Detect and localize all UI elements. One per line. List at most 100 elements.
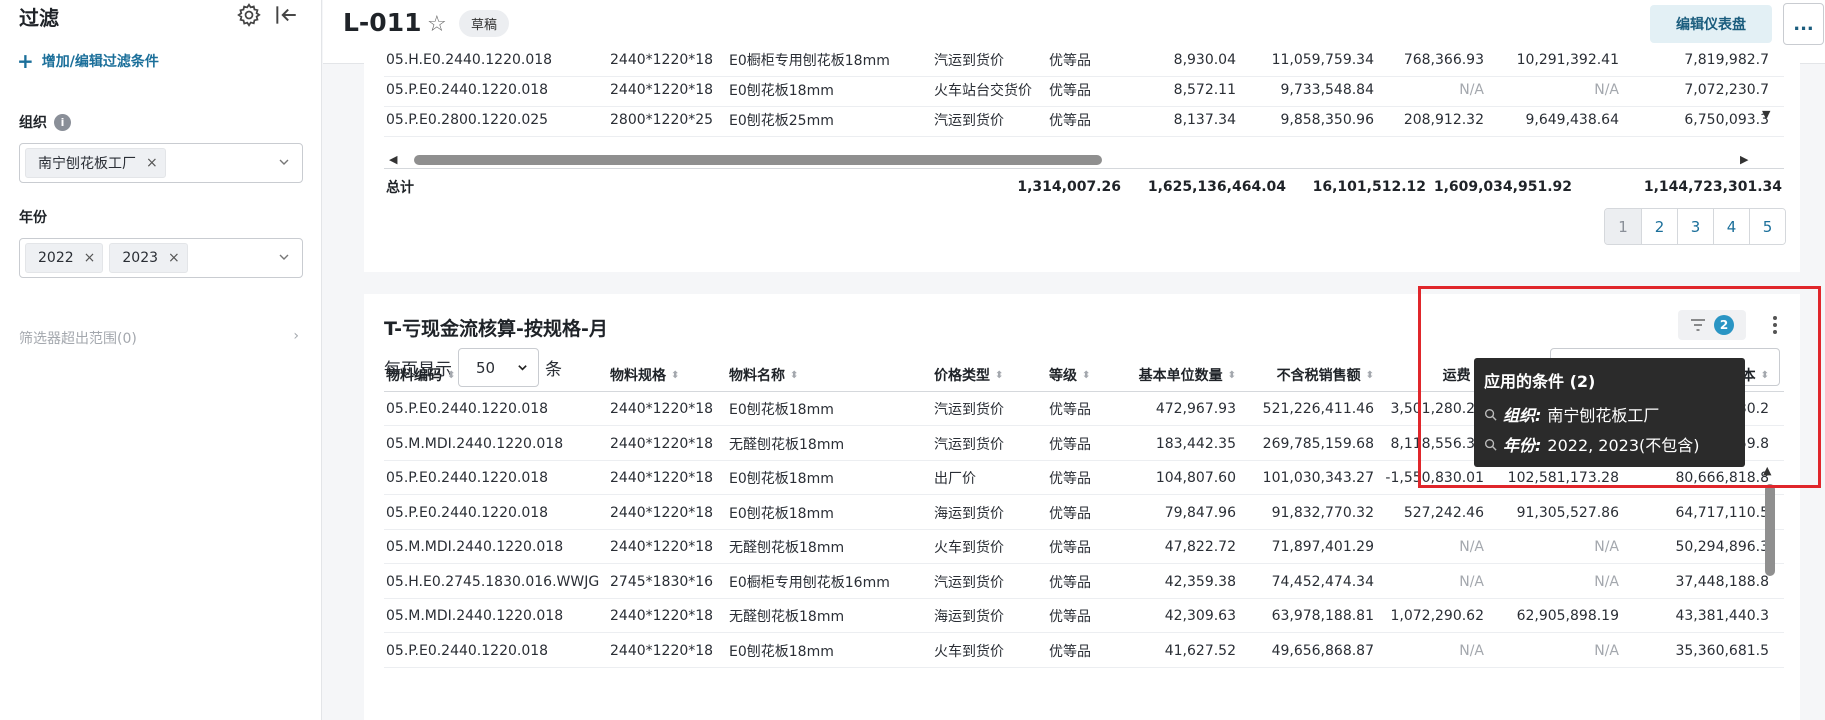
org-chip: 南宁刨花板工厂 × bbox=[25, 148, 166, 178]
year-chip-label: 2023 bbox=[122, 250, 159, 266]
table-cell: 49,656,868.87 bbox=[1271, 642, 1374, 659]
remove-chip-icon[interactable]: × bbox=[146, 155, 158, 171]
scroll-up-icon[interactable]: ▲ bbox=[1763, 464, 1771, 477]
year-label-text: 年份 bbox=[19, 210, 47, 226]
org-label-text: 组织 bbox=[19, 115, 47, 131]
applied-filters-button[interactable]: 2 bbox=[1678, 310, 1746, 340]
vertical-scrollbar[interactable] bbox=[1765, 484, 1775, 576]
sort-icon[interactable]: ⬍ bbox=[671, 370, 679, 381]
scroll-down-icon[interactable]: ▼ bbox=[1762, 108, 1770, 121]
table-row[interactable]: 05.M.MDI.2440.1220.018 2440*1220*18 无醛刨花板1… bbox=[384, 599, 1784, 633]
table-cell: 42,309.63 bbox=[1164, 608, 1236, 624]
dashboard-app: 过滤 + 增加/编辑过滤条件 组织 i 南宁刨花板工厂 × 年份 2022 × … bbox=[0, 0, 1825, 720]
column-header[interactable]: 不含税销售额 ⬍ bbox=[1244, 358, 1374, 392]
table-cell: 11,059,759.34 bbox=[1271, 52, 1374, 68]
table-cell: 79,847.96 bbox=[1164, 504, 1236, 521]
table-cell: 37,448,188.8 bbox=[1675, 573, 1769, 590]
table-cell: 208,912.32 bbox=[1403, 112, 1484, 128]
more-options-button[interactable]: ... bbox=[1783, 3, 1824, 45]
table-row[interactable]: 05.H.E0.2745.1830.016.WWJG 2745*1830*16 E0… bbox=[384, 565, 1784, 599]
sort-icon[interactable]: ⬍ bbox=[995, 370, 1003, 381]
table-cell: E0刨花板18mm bbox=[729, 505, 834, 522]
table-row[interactable]: 05.H.E0.2440.1220.018 2440*1220*18 E0橱柜专用刨… bbox=[384, 43, 1784, 77]
chevron-right-icon: › bbox=[293, 328, 299, 344]
table-cell: E0橱柜专用刨花板18mm bbox=[729, 53, 890, 69]
total-value: 1,144,723,301.34 bbox=[1643, 179, 1782, 195]
filter-sidebar: 过滤 + 增加/编辑过滤条件 组织 i 南宁刨花板工厂 × 年份 2022 × … bbox=[0, 0, 322, 720]
column-header[interactable]: 物料名称 ⬍ bbox=[729, 358, 909, 392]
page-button-3[interactable]: 3 bbox=[1677, 209, 1713, 244]
sort-icon[interactable]: ⬍ bbox=[1082, 370, 1090, 381]
sort-icon[interactable]: ⬍ bbox=[1761, 370, 1769, 381]
table-cell: 火车站台交货价 bbox=[934, 83, 1032, 99]
table-cell: N/A bbox=[1594, 82, 1619, 98]
sort-icon[interactable]: ⬍ bbox=[1228, 370, 1236, 381]
table-cell: 8,137.34 bbox=[1173, 112, 1236, 128]
table-cell: 05.H.E0.2745.1830.016.WWJG bbox=[386, 573, 600, 590]
org-filter-select[interactable]: 南宁刨花板工厂 × bbox=[19, 143, 303, 183]
table-cell: 2440*1220*18 bbox=[610, 52, 714, 68]
column-header[interactable]: 价格类型 ⬍ bbox=[934, 358, 1044, 392]
column-header[interactable]: 物料编码 ⬍ bbox=[386, 358, 576, 392]
page-button-4[interactable]: 4 bbox=[1713, 209, 1749, 244]
table-cell: 74,452,474.34 bbox=[1271, 573, 1374, 590]
org-filter-label: 组织 i bbox=[19, 112, 71, 132]
table-cell: 1,072,290.62 bbox=[1390, 608, 1484, 624]
year-chip: 2023 × bbox=[109, 243, 188, 273]
table-row[interactable]: 05.P.E0.2440.1220.018 2440*1220*18 E0刨花板18… bbox=[384, 634, 1784, 668]
page-button-5[interactable]: 5 bbox=[1749, 209, 1785, 244]
table-cell: 768,366.93 bbox=[1403, 52, 1484, 68]
horizontal-scrollbar[interactable] bbox=[414, 155, 1102, 165]
table-cell: 63,978,188.81 bbox=[1271, 608, 1374, 624]
table-cell: 05.P.E0.2800.1220.025 bbox=[386, 112, 549, 128]
condition-value: 2022, 2023(不包含) bbox=[1547, 436, 1700, 455]
scroll-right-icon[interactable]: ▶ bbox=[1740, 153, 1748, 166]
table-cell: 91,305,527.86 bbox=[1516, 504, 1619, 521]
table-row[interactable]: 05.M.MDI.2440.1220.018 2440*1220*18 无醛刨花板1… bbox=[384, 530, 1784, 564]
year-filter-select[interactable]: 2022 × 2023 × bbox=[19, 238, 303, 278]
column-header[interactable]: 运费⬍ bbox=[1384, 358, 1484, 392]
gear-icon[interactable] bbox=[236, 2, 262, 28]
out-of-range-filters[interactable]: 筛选器超出范围(0) › bbox=[19, 328, 299, 348]
star-icon[interactable]: ☆ bbox=[427, 12, 447, 37]
table-cell: N/A bbox=[1594, 573, 1619, 590]
table-cell: 9,733,548.84 bbox=[1280, 82, 1374, 98]
table-cell: 183,442.35 bbox=[1155, 435, 1236, 452]
page-button-1[interactable]: 1 bbox=[1605, 209, 1641, 244]
table-cell: 43,381,440.3 bbox=[1675, 608, 1769, 624]
chevron-down-icon[interactable] bbox=[278, 251, 290, 263]
table-row[interactable]: 05.P.E0.2440.1220.018 2440*1220*18 E0刨花板18… bbox=[384, 73, 1784, 107]
table-cell: E0刨花板25mm bbox=[729, 113, 834, 129]
collapse-sidebar-icon[interactable] bbox=[273, 2, 299, 28]
edit-dashboard-button[interactable]: 编辑仪表盘 bbox=[1650, 5, 1772, 43]
column-header[interactable]: 等级 ⬍ bbox=[1049, 358, 1109, 392]
table-cell: N/A bbox=[1594, 539, 1619, 555]
table-cell: 05.P.E0.2440.1220.018 bbox=[386, 470, 549, 486]
panel-menu-icon[interactable] bbox=[1769, 310, 1781, 340]
table-row[interactable]: 05.P.E0.2440.1220.018 2440*1220*18 E0刨花板18… bbox=[384, 496, 1784, 530]
table-cell: 05.M.MDI.2440.1220.018 bbox=[386, 435, 564, 452]
filter-count-badge: 2 bbox=[1714, 315, 1734, 335]
add-filter-button[interactable]: + 增加/编辑过滤条件 bbox=[17, 51, 159, 71]
column-header[interactable]: 基本单位数量 ⬍ bbox=[1119, 358, 1236, 392]
scroll-left-icon[interactable]: ◀ bbox=[389, 153, 397, 166]
column-header[interactable]: 物料规格 ⬍ bbox=[610, 358, 720, 392]
table-cell: 05.M.MDI.2440.1220.018 bbox=[386, 539, 564, 555]
sidebar-title: 过滤 bbox=[19, 6, 59, 30]
remove-chip-icon[interactable]: × bbox=[168, 250, 180, 266]
chevron-down-icon[interactable] bbox=[278, 156, 290, 168]
table-cell: 05.P.E0.2440.1220.018 bbox=[386, 401, 549, 417]
page-button-2[interactable]: 2 bbox=[1641, 209, 1677, 244]
info-icon[interactable]: i bbox=[54, 113, 71, 131]
table-cell: N/A bbox=[1459, 82, 1484, 98]
remove-chip-icon[interactable]: × bbox=[84, 250, 96, 266]
sort-icon[interactable]: ⬍ bbox=[447, 370, 455, 381]
table-cell: 优等品 bbox=[1049, 53, 1091, 69]
table-row[interactable]: 05.P.E0.2800.1220.025 2800*1220*25 E0刨花板25… bbox=[384, 103, 1784, 137]
table-cell: E0橱柜专用刨花板16mm bbox=[729, 574, 890, 591]
condition-key: 组织: bbox=[1503, 406, 1542, 425]
table-cell: 优等品 bbox=[1049, 574, 1091, 591]
table-cell: 269,785,159.68 bbox=[1262, 435, 1374, 452]
sort-icon[interactable]: ⬍ bbox=[790, 370, 798, 381]
sort-icon[interactable]: ⬍ bbox=[1366, 370, 1374, 381]
